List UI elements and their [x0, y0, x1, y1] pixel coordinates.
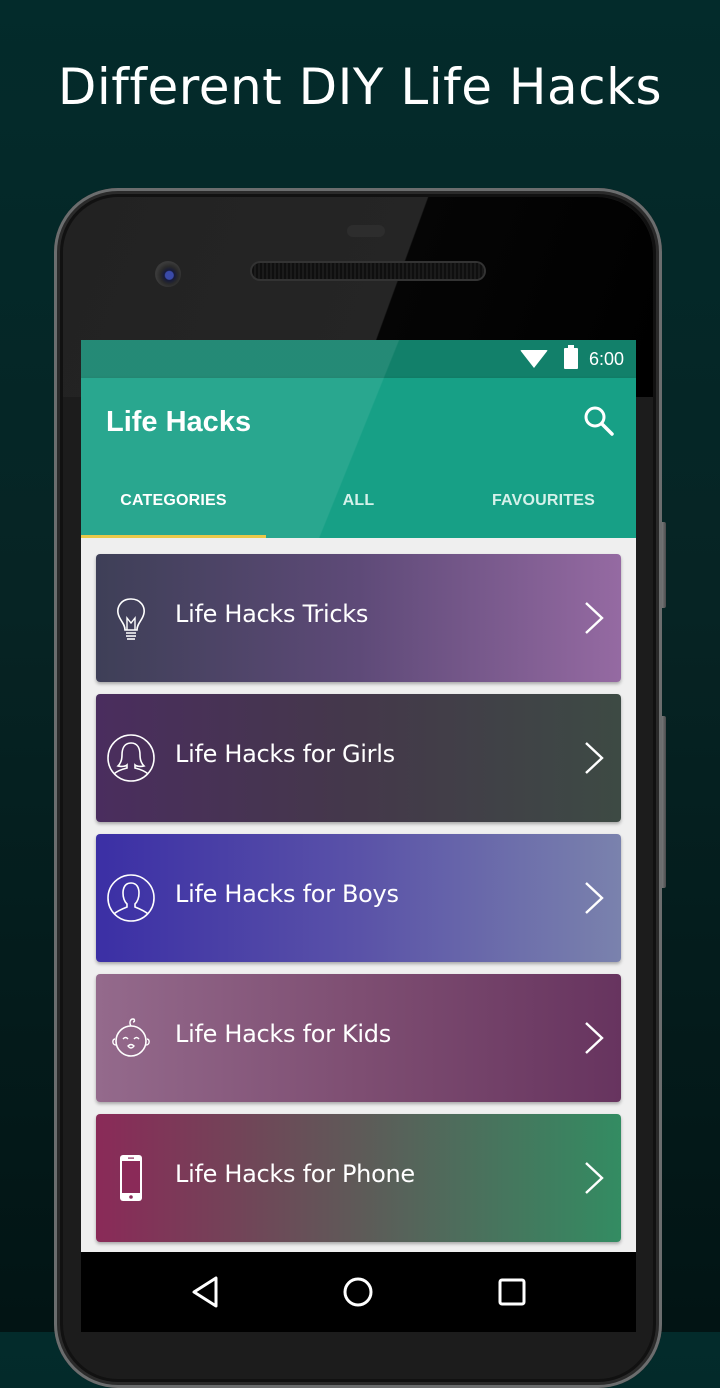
category-label: Life Hacks for Boys: [175, 880, 399, 908]
chevron-right-icon: [585, 742, 604, 774]
category-card-boys[interactable]: Life Hacks for Boys: [96, 834, 621, 962]
app-bar: Life Hacks CATEGORIES ALL FAVOURITES: [81, 378, 636, 538]
phone-screen: 6:00 Life Hacks CATEGORIES ALL FAVOURITE…: [81, 340, 636, 1332]
status-bar: 6:00: [81, 340, 636, 378]
chevron-right-icon: [585, 1162, 604, 1194]
baby-face-icon: [112, 1018, 150, 1057]
wifi-icon: [520, 350, 548, 368]
status-time: 6:00: [588, 349, 624, 369]
search-icon: [584, 406, 614, 436]
back-icon[interactable]: [186, 1272, 226, 1312]
tab-bar: CATEGORIES ALL FAVOURITES: [81, 478, 636, 538]
front-camera-icon: [155, 261, 181, 287]
category-label: Life Hacks for Phone: [175, 1160, 415, 1188]
system-nav-bar: [81, 1252, 636, 1332]
promo-headline: Different DIY Life Hacks: [57, 58, 663, 116]
app-title: Life Hacks: [106, 406, 252, 438]
girl-avatar-icon: [107, 734, 155, 782]
tab-all[interactable]: ALL: [266, 478, 451, 538]
search-button[interactable]: [582, 404, 616, 438]
category-card-phone[interactable]: Life Hacks for Phone: [96, 1114, 621, 1242]
category-label: Life Hacks for Girls: [175, 740, 395, 768]
category-list: Life Hacks Tricks Life Hacks for Girls L…: [81, 538, 636, 1252]
category-card-girls[interactable]: Life Hacks for Girls: [96, 694, 621, 822]
boy-avatar-icon: [107, 874, 155, 922]
category-label: Life Hacks for Kids: [175, 1020, 391, 1048]
category-label: Life Hacks Tricks: [175, 600, 369, 628]
proximity-sensor: [347, 225, 385, 237]
recents-icon[interactable]: [492, 1272, 532, 1312]
smartphone-icon: [120, 1155, 142, 1201]
tab-categories[interactable]: CATEGORIES: [81, 478, 266, 538]
home-icon[interactable]: [338, 1272, 378, 1312]
chevron-right-icon: [585, 1022, 604, 1054]
lightbulb-icon: [117, 598, 145, 640]
category-card-kids[interactable]: Life Hacks for Kids: [96, 974, 621, 1102]
chevron-right-icon: [585, 882, 604, 914]
category-card-tricks[interactable]: Life Hacks Tricks: [96, 554, 621, 682]
chevron-right-icon: [585, 602, 604, 634]
tab-favourites[interactable]: FAVOURITES: [451, 478, 636, 538]
battery-icon: [564, 345, 578, 369]
earpiece-speaker: [252, 263, 484, 279]
